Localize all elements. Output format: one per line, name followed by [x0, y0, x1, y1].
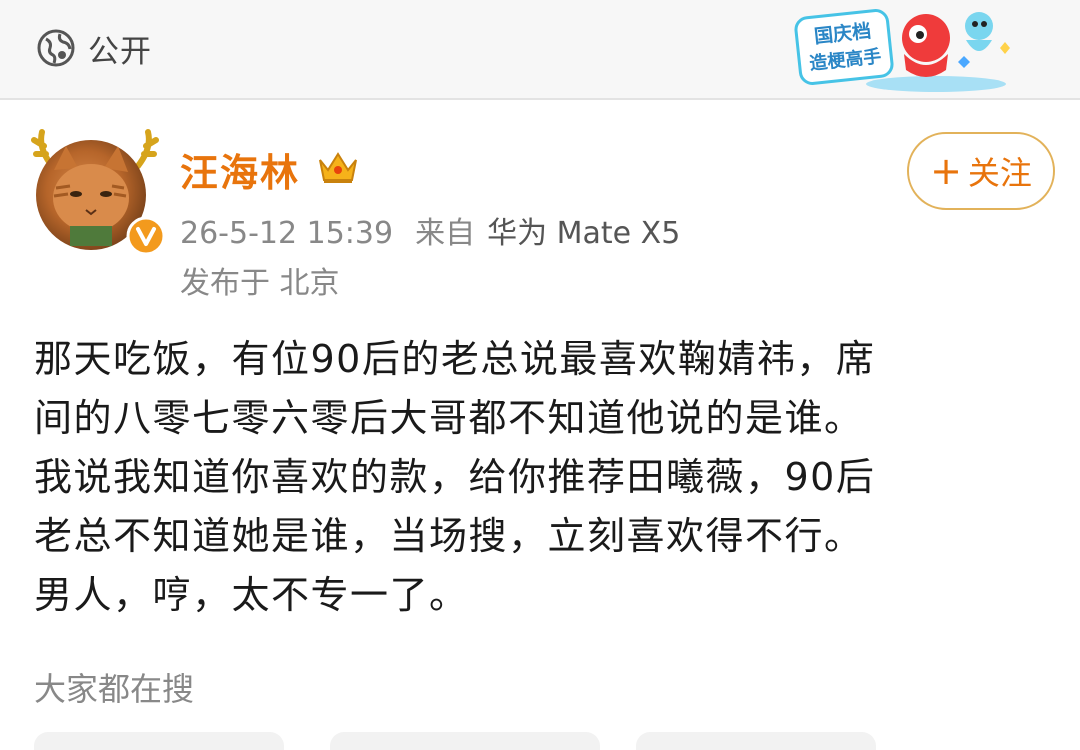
post-line: 那天吃饭，有位90后的老总说最喜欢鞠婧祎，席 — [34, 337, 876, 381]
post-timestamp: 26-5-12 15:39 — [180, 216, 394, 251]
post-line: 老总不知道她是谁，当场搜，立刻喜欢得不行。 — [34, 514, 864, 558]
post-content: 那天吃饭，有位90后的老总说最喜欢鞠婧祎，席 间的八零七零六零后大哥都不知道他说… — [34, 330, 1044, 625]
source-prefix: 来自 — [415, 216, 476, 251]
post-line: 男人，哼，太不专一了。 — [34, 573, 469, 617]
visibility-indicator[interactable]: 公开 — [36, 27, 152, 70]
post-location: 发布于 北京 — [180, 266, 340, 301]
post-page: 公开 国庆档 造梗高手 汪海林 + 关注 26-5-12 15:39 来自 华为… — [0, 0, 1080, 750]
avatar-container[interactable] — [30, 118, 166, 256]
trending-label: 大家都在搜 — [34, 670, 195, 708]
author-name[interactable]: 汪海林 — [180, 142, 300, 197]
plus-icon: + — [930, 149, 962, 193]
promo-badge[interactable]: 国庆档 造梗高手 — [786, 4, 1018, 96]
post-meta: 26-5-12 15:39 来自 华为 Mate X5 — [180, 208, 680, 252]
post-line: 间的八零七零六零后大哥都不知道他说的是谁。 — [34, 396, 864, 440]
follow-label: 关注 — [967, 154, 1032, 192]
visibility-label: 公开 — [88, 33, 152, 70]
trending-chip[interactable] — [636, 732, 876, 750]
globe-icon — [37, 29, 75, 67]
trending-chip[interactable] — [34, 732, 284, 750]
post-line: 我说我知道你喜欢的款，给你推荐田曦薇，90后 — [34, 455, 876, 499]
top-bar: 公开 国庆档 造梗高手 — [0, 0, 1080, 100]
device-name[interactable]: 华为 Mate X5 — [487, 216, 680, 251]
follow-button[interactable]: + 关注 — [907, 132, 1055, 210]
verified-icon — [126, 216, 166, 256]
trending-chip[interactable] — [330, 732, 600, 750]
crown-icon — [319, 152, 357, 183]
